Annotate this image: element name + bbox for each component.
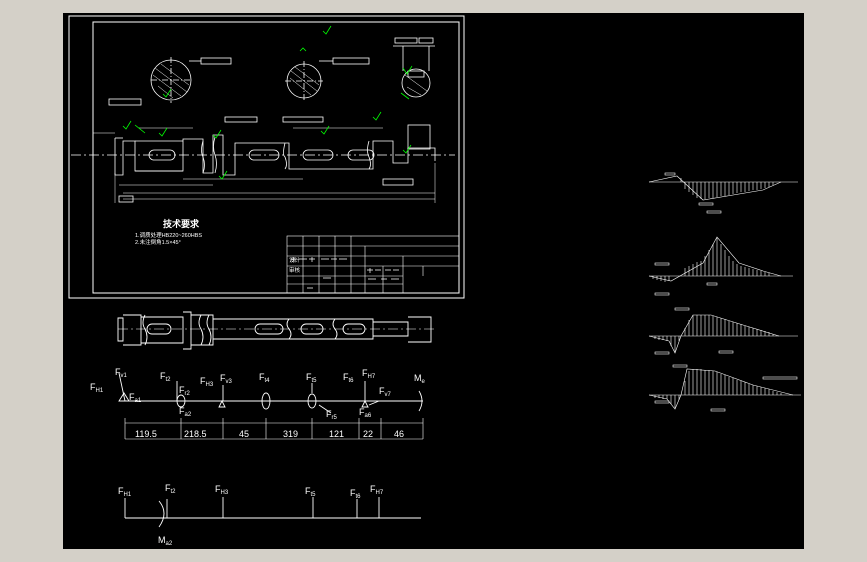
dimension-label: 22	[363, 429, 373, 439]
force-label-sub: a2	[166, 541, 173, 547]
svg-text:Ft6: Ft6	[350, 488, 361, 500]
moment-diagram-1	[648, 172, 798, 214]
svg-text:Ft5: Ft5	[305, 486, 316, 498]
dimension-label: 319	[283, 429, 298, 439]
svg-text:FH1: FH1	[118, 486, 132, 498]
dimension-labels: 119.5 218.5 45 319 121 22 46	[135, 429, 404, 439]
force-labels: FH1 Fv1 Fa1 Ft2 Fr2 Fa2 FH3 Fv3 Ft4 Ft5 …	[90, 367, 426, 421]
force-label: M	[158, 535, 166, 545]
dimension-label: 121	[329, 429, 344, 439]
force-label-sub: v1	[121, 373, 128, 379]
force-label-sub: t2	[171, 489, 177, 495]
tech-req-line-1: 1.调质处理HB220~260HBS	[135, 231, 202, 239]
svg-text:Me: Me	[414, 373, 426, 385]
force-label-sub: H3	[206, 382, 214, 388]
svg-text:Ma2: Ma2	[158, 535, 173, 547]
force-label-sub: H7	[368, 374, 376, 380]
svg-text:Fa1: Fa1	[129, 392, 142, 404]
horizontal-labels: FH1 Ft2 FH3 Ft5 Ft6 FH7 Ma2	[118, 483, 384, 547]
svg-text:Ft2: Ft2	[165, 483, 176, 495]
svg-text:Fa6: Fa6	[359, 407, 372, 419]
force-label-sub: r2	[185, 391, 191, 397]
dimension-label: 119.5	[135, 429, 157, 439]
force-label-sub: t6	[349, 378, 355, 384]
force-label-sub: e	[422, 379, 426, 385]
svg-text:Fv1: Fv1	[115, 367, 128, 379]
force-label-sub: r5	[332, 415, 338, 421]
moment-diagram-3	[648, 307, 798, 355]
force-label-sub: a6	[365, 413, 372, 419]
title-block	[286, 235, 460, 294]
force-label-sub: t2	[166, 377, 172, 383]
title-block-cell: 设计	[289, 256, 301, 264]
force-label-sub: H1	[124, 492, 132, 498]
force-label: M	[414, 373, 422, 383]
section-view-3	[393, 37, 435, 100]
tech-requirements: 技术要求 1.调质处理HB220~260HBS 2.未注倒角1.5×45°	[135, 218, 202, 246]
sheet-inner-frame	[92, 21, 460, 294]
svg-text:Fr5: Fr5	[326, 409, 337, 421]
force-label-sub: t5	[311, 492, 317, 498]
svg-text:Ft2: Ft2	[160, 371, 171, 383]
svg-text:Ft4: Ft4	[259, 372, 270, 384]
title-block-cell: 审核	[289, 266, 301, 274]
force-label-sub: a2	[185, 412, 192, 418]
svg-text:FH7: FH7	[370, 484, 384, 496]
svg-text:FH7: FH7	[362, 368, 376, 380]
moment-diagram-2	[648, 236, 793, 296]
force-label-sub: t4	[265, 378, 271, 384]
svg-text:Ft5: Ft5	[306, 372, 317, 384]
force-label-sub: v3	[226, 379, 233, 385]
force-label-sub: t6	[356, 494, 362, 500]
dimension-label: 218.5	[184, 429, 207, 439]
cad-canvas[interactable]: 技术要求 1.调质处理HB220~260HBS 2.未注倒角1.5×45° 设计…	[63, 13, 804, 549]
force-label-sub: a1	[135, 398, 142, 404]
force-label-sub: H3	[221, 490, 229, 496]
tech-req-line-2: 2.未注倒角1.5×45°	[135, 238, 181, 246]
force-label-sub: H1	[96, 388, 104, 394]
svg-text:Fa2: Fa2	[179, 406, 192, 418]
svg-text:FH3: FH3	[215, 484, 229, 496]
section-view-1	[150, 57, 232, 103]
svg-text:FH3: FH3	[200, 376, 214, 388]
shaft-main-view	[71, 98, 455, 203]
cad-viewport[interactable]: 技术要求 1.调质处理HB220~260HBS 2.未注倒角1.5×45° 设计…	[63, 13, 804, 549]
tech-req-title: 技术要求	[163, 218, 200, 229]
shaft-outline	[117, 311, 435, 350]
dimension-label: 45	[239, 429, 249, 439]
svg-text:Fv7: Fv7	[379, 386, 392, 398]
dimension-label: 46	[394, 429, 404, 439]
svg-text:Ft6: Ft6	[343, 372, 354, 384]
horizontal-diagram	[124, 497, 421, 528]
force-label-sub: t5	[312, 378, 318, 384]
svg-text:FH1: FH1	[90, 382, 104, 394]
force-label-sub: v7	[385, 392, 392, 398]
moment-diagram-4	[648, 364, 801, 412]
section-view-2	[285, 47, 370, 101]
svg-text:Fv3: Fv3	[220, 373, 233, 385]
force-label-sub: H7	[376, 490, 384, 496]
